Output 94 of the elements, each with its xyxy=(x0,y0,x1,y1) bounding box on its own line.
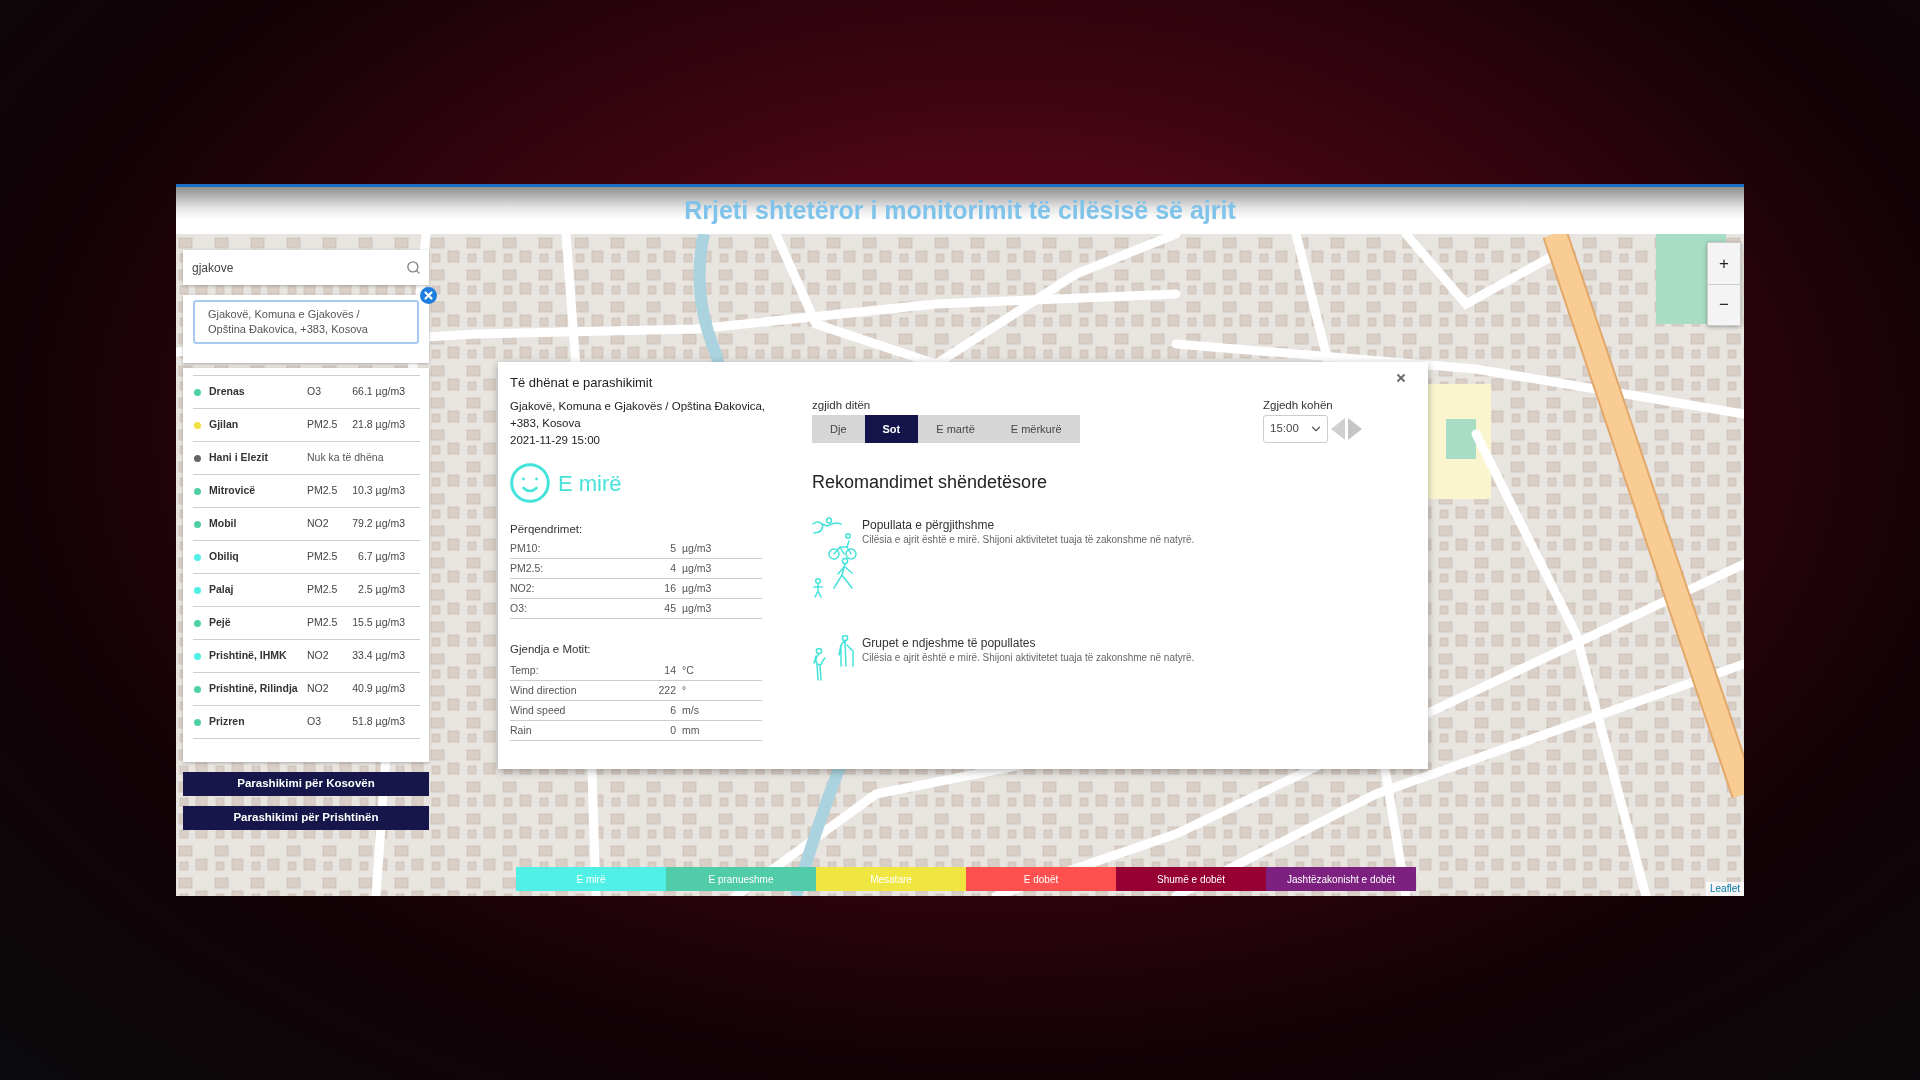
row-unit: ° xyxy=(682,682,687,698)
station-name[interactable]: Prishtinë, Rilindja xyxy=(209,681,307,697)
row-label: Temp: xyxy=(510,662,540,678)
pollutant-value: 51.8 µg/m3 xyxy=(351,714,405,730)
station-name[interactable]: Obiliq xyxy=(209,549,307,565)
day-picker-label: zgjidh ditën xyxy=(812,398,872,413)
time-select[interactable]: 15:00 xyxy=(1263,415,1328,443)
pollutant-value: 79.2 µg/m3 xyxy=(351,516,405,532)
pollutant-label: O3 xyxy=(307,384,322,400)
search-field[interactable]: gjakove xyxy=(183,250,429,285)
pollutant-label: PM2.5 xyxy=(307,483,339,499)
close-icon[interactable] xyxy=(1396,373,1406,383)
pollutant-label: PM2.5 xyxy=(307,582,339,598)
pollutant-value: 2.5 µg/m3 xyxy=(357,582,405,598)
row-unit: m/s xyxy=(682,702,699,718)
row-unit: µg/m3 xyxy=(682,580,712,596)
pollutant-value: 66.1 µg/m3 xyxy=(351,384,405,400)
pollutant-label: NO2 xyxy=(307,681,330,697)
legend-item: E mirë xyxy=(516,867,666,891)
row-unit: µg/m3 xyxy=(682,560,712,576)
row-value: 4 xyxy=(669,560,676,576)
pollutant-value: 21.8 µg/m3 xyxy=(351,417,405,433)
row-value: 5 xyxy=(669,540,676,556)
row-label: O3: xyxy=(510,600,528,616)
station-name[interactable]: Palaj xyxy=(209,582,307,598)
legend-item: Shumë e dobët xyxy=(1116,867,1266,891)
air-quality-label: E mirë xyxy=(558,469,622,498)
pollutant-label: PM2.5 xyxy=(307,615,339,631)
station-name[interactable]: Prizren xyxy=(209,714,307,730)
section-heading: Gjendja e Motit: xyxy=(510,642,592,657)
row-unit: µg/m3 xyxy=(682,600,712,616)
clear-results-icon[interactable] xyxy=(420,287,437,304)
forecast-button[interactable]: Parashikimi për Kosovën xyxy=(183,772,429,796)
row-label: Wind direction xyxy=(510,682,578,698)
pollutant-value: 40.9 µg/m3 xyxy=(351,681,405,697)
pollutant-label: NO2 xyxy=(307,516,330,532)
station-name[interactable]: Hani i Elezit xyxy=(209,450,307,466)
zoom-button[interactable]: − xyxy=(1708,284,1740,325)
row-value: 222 xyxy=(657,682,676,698)
station-name[interactable]: Mitrovicë xyxy=(209,483,307,499)
recommendation-text: Cilësia e ajrit është e mirë. Shijoni aktivitetet tuaja të zakonshme në natyrë. xyxy=(862,651,1195,665)
smiley-face-icon xyxy=(510,463,550,503)
page-title: Rrjeti shtetëror i monitorimit të cilësisë së ajrit xyxy=(684,194,1236,226)
row-value: 0 xyxy=(669,722,676,738)
search-result[interactable]: Gjakovë, Komuna e Gjakovës / Opština Đakovica, +383, Kosova xyxy=(193,300,419,344)
no-data-text: Nuk ka të dhëna xyxy=(307,450,384,466)
day-tab[interactable]: Sot xyxy=(864,415,919,443)
zoom-button[interactable]: + xyxy=(1708,243,1740,284)
station-name[interactable]: Prishtinë, IHMK xyxy=(209,648,307,664)
row-value: 45 xyxy=(663,600,676,616)
recommendation-title: Popullata e përgjithshme xyxy=(862,517,996,533)
section-heading: Përqendrimet: xyxy=(510,522,584,537)
forecast-button[interactable]: Parashikimi për Prishtinën xyxy=(183,806,429,830)
legend-item: Mesatare xyxy=(816,867,966,891)
day-tab[interactable]: Dje xyxy=(812,415,865,443)
row-value: 6 xyxy=(669,702,676,718)
row-label: Wind speed xyxy=(510,702,567,718)
search-value: gjakove xyxy=(192,259,234,277)
row-label: Rain xyxy=(510,722,533,738)
attribution-link[interactable]: Leaflet xyxy=(1705,882,1744,896)
pollutant-value: 33.4 µg/m3 xyxy=(351,648,405,664)
legend-item: E dobët xyxy=(966,867,1116,891)
row-unit: °C xyxy=(682,662,694,678)
row-label: PM10: xyxy=(510,540,542,556)
legend-item: Jashtëzakonisht e dobët xyxy=(1266,867,1416,891)
pollutant-label: PM2.5 xyxy=(307,417,339,433)
forecast-datetime: 2021-11-29 15:00 xyxy=(510,433,601,448)
recommendation-text: Cilësia e ajrit është e mirë. Shijoni aktivitetet tuaja të zakonshme në natyrë. xyxy=(862,533,1195,547)
row-unit: mm xyxy=(682,722,700,738)
pollutant-label: NO2 xyxy=(307,648,330,664)
row-unit: µg/m3 xyxy=(682,540,712,556)
recommendation-title: Grupet e ndjeshme të popullates xyxy=(862,635,1037,651)
row-label: NO2: xyxy=(510,580,536,596)
day-tab[interactable]: E mërkurë xyxy=(992,415,1080,443)
search-icon[interactable] xyxy=(406,260,421,275)
row-value: 14 xyxy=(663,662,676,678)
location-text: Gjakovë, Komuna e Gjakovës / Opština Đakovica, +383, Kosova xyxy=(510,399,767,431)
pollutant-value: 15.5 µg/m3 xyxy=(351,615,405,631)
station-name[interactable]: Drenas xyxy=(209,384,307,400)
station-name[interactable]: Pejë xyxy=(209,615,307,631)
recommendations-heading: Rekomandimet shëndetësore xyxy=(812,471,1049,494)
time-picker-label: Zgjedh kohën xyxy=(1263,398,1334,413)
station-name[interactable]: Mobil xyxy=(209,516,307,532)
pollutant-label: O3 xyxy=(307,714,322,730)
row-value: 16 xyxy=(663,580,676,596)
day-tab[interactable]: E martë xyxy=(918,415,993,443)
row-label: PM2.5: xyxy=(510,560,545,576)
pollutant-value: 6.7 µg/m3 xyxy=(357,549,405,565)
runner-cyclist-walker-icon xyxy=(812,517,858,599)
legend-item: E pranueshme xyxy=(666,867,816,891)
pollutant-label: PM2.5 xyxy=(307,549,339,565)
pollutant-value: 10.3 µg/m3 xyxy=(351,483,405,499)
station-name[interactable]: Gjilan xyxy=(209,417,307,433)
popup-title: Të dhënat e parashikimit xyxy=(510,374,654,392)
